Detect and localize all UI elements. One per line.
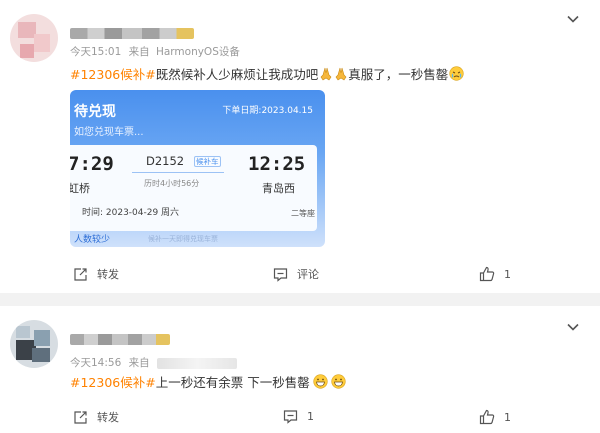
train-tag: 候补车: [194, 156, 221, 167]
post-meta: 今天14:56 来自: [70, 355, 237, 370]
seat-class: 二等座: [291, 209, 315, 218]
weibo-post: 今天15:01 来自 HarmonyOS设备 #12306候补#既然候补人少麻烦…: [0, 0, 600, 293]
post-time: 今天15:01: [70, 46, 122, 58]
post-text: #12306候补#既然候补人少麻烦让我成功吧 真服了，一秒售罄: [70, 66, 464, 83]
like-count: 1: [504, 267, 511, 281]
chevron-down-icon[interactable]: [566, 12, 580, 26]
post-body: 上一秒还有余票 下一秒售罄: [155, 375, 310, 390]
topic-link[interactable]: #12306候补#: [70, 375, 156, 390]
depart-date: 时间: 2023-04-29 周六: [82, 208, 180, 218]
repost-label: 转发: [97, 411, 119, 424]
pray-icon: [335, 67, 347, 81]
card-subtitle: 如您兑现车票...: [74, 127, 144, 138]
duration: 历时4小时56分: [144, 179, 200, 188]
comment-label: 评论: [297, 268, 319, 281]
ticket-panel: 7:29 虹桥 D2152 候补车 历时4小时56分 12:25 青岛西 时间:…: [70, 145, 317, 231]
comment-button[interactable]: 1: [283, 409, 314, 424]
grinning-face-icon: [331, 374, 346, 389]
arrive-time: 12:25: [248, 153, 306, 175]
arrive-station: 青岛西: [262, 182, 295, 195]
post-source[interactable]: [156, 357, 237, 369]
post-body-2: 真服了，一秒售罄: [348, 67, 449, 82]
ticket-image[interactable]: 待兑现 如您兑现车票... 下单日期:2023.04.15 7:29 虹桥 D2…: [70, 90, 325, 247]
repost-icon: [74, 267, 87, 281]
source-prefix: 来自: [128, 357, 150, 369]
username[interactable]: [70, 28, 194, 39]
depart-time: 7:29: [70, 153, 114, 175]
repost-label: 转发: [97, 268, 119, 281]
order-date: 下单日期:2023.04.15: [222, 106, 313, 116]
grinning-face-icon: [313, 374, 328, 389]
comment-count: 1: [307, 410, 314, 423]
card-footer-note: 候补一天即得兑现车票: [148, 235, 218, 243]
thumbs-up-icon: [479, 266, 495, 282]
pray-icon: [320, 67, 332, 81]
comment-icon: [273, 267, 288, 282]
comment-icon: [283, 410, 298, 424]
train-number: D2152: [146, 154, 185, 168]
post-body: 既然候补人少麻烦让我成功吧: [155, 67, 319, 82]
repost-button[interactable]: 转发: [73, 409, 119, 425]
like-button[interactable]: 1: [479, 409, 511, 425]
post-time: 今天14:56: [70, 357, 122, 369]
username[interactable]: [70, 334, 170, 345]
depart-station: 虹桥: [70, 182, 90, 195]
post-source[interactable]: HarmonyOS设备: [156, 46, 240, 58]
weibo-post: 今天14:56 来自 #12306候补#上一秒还有余票 下一秒售罄 转发 1 1: [0, 306, 600, 433]
post-text: #12306候补#上一秒还有余票 下一秒售罄: [70, 374, 346, 391]
chevron-down-icon[interactable]: [566, 320, 580, 334]
card-title: 待兑现: [74, 104, 116, 120]
route-line: [132, 172, 224, 173]
post-meta: 今天15:01 来自 HarmonyOS设备: [70, 44, 240, 59]
card-footer: 人数较少: [74, 235, 111, 245]
thumbs-up-icon: [479, 409, 495, 425]
avatar[interactable]: [10, 320, 58, 368]
avatar[interactable]: [10, 14, 58, 62]
like-count: 1: [504, 410, 511, 424]
crying-face-icon: [449, 66, 464, 81]
comment-button[interactable]: 评论: [273, 266, 319, 282]
source-prefix: 来自: [128, 46, 150, 58]
repost-button[interactable]: 转发: [73, 266, 119, 282]
like-button[interactable]: 1: [479, 266, 511, 282]
topic-link[interactable]: #12306候补#: [70, 67, 156, 82]
repost-icon: [74, 410, 87, 424]
